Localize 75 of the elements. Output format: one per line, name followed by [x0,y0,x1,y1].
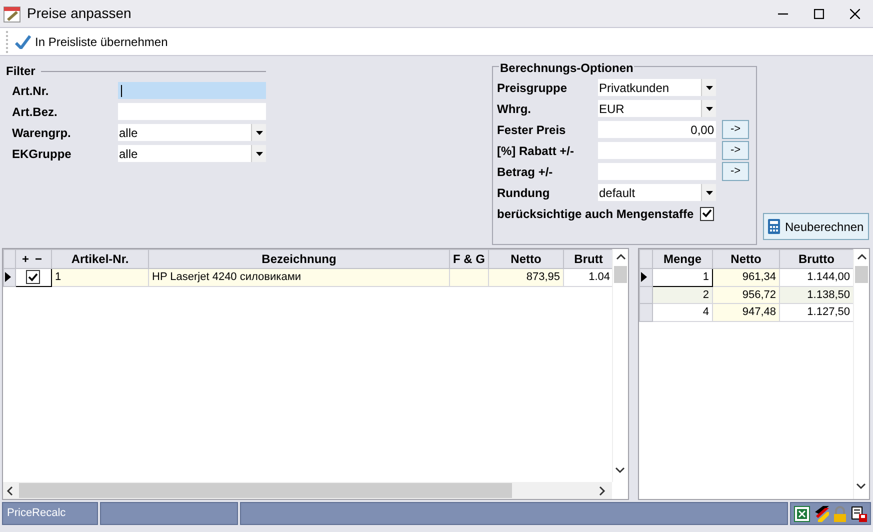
field-label: Rundung [497,184,551,202]
caret-icon [706,190,712,194]
field-label: [%] Rabatt +/- [497,142,576,160]
caret-icon [256,152,262,156]
scroll-right-button[interactable] [598,486,608,496]
status-panel: PriceRecalc [2,502,98,525]
apply-button[interactable]: -> [722,120,749,139]
scroll-down-button[interactable] [856,482,866,492]
caret-icon [706,86,712,90]
dropdown[interactable]: alle [118,124,266,141]
scrollbar-thumb[interactable] [614,266,627,283]
close-icon [850,8,860,18]
calculator-icon [768,219,780,234]
group-label: Filter [6,63,36,80]
scrollbar-thumb[interactable] [855,266,868,283]
column-header[interactable]: Netto [488,250,564,268]
column-header[interactable]: F & G [450,250,488,268]
table-cell: HP Laserjet 4240 силовиками [148,268,450,286]
column-header[interactable]: Brutto [780,250,854,268]
flag-icon[interactable] [813,506,829,522]
table-cell: 4 [652,304,712,321]
apply-to-pricelist-button[interactable]: In Preisliste übernehmen [11,30,172,54]
apply-button[interactable]: -> [722,141,749,160]
input-field[interactable] [598,163,716,180]
table-cell: 1 [52,268,148,286]
table-cell: 1.04 [564,268,614,286]
field-label: Preisgruppe [497,80,568,96]
table-cell: 873,95 [488,268,564,286]
scroll-down-button[interactable] [615,466,625,476]
column-header[interactable]: Menge [652,250,712,268]
dropdown[interactable]: Privatkunden [598,79,716,96]
table-cell: 961,34 [712,268,780,286]
caret-icon [256,130,262,134]
input-field[interactable]: 0,00 [598,121,716,138]
save-icon[interactable] [851,506,867,522]
field-label: berücksichtige auch Mengenstaffe [497,206,694,222]
app-icon [3,4,21,23]
scrollbar-thumb[interactable] [19,483,512,498]
apply-button[interactable]: -> [722,162,749,181]
field-label: EKGruppe [12,146,72,162]
scroll-up-button[interactable] [616,252,626,262]
spreadsheet-icon[interactable] [794,506,810,522]
input-field[interactable] [118,82,266,99]
table-cell: 2 [652,286,712,304]
column-header[interactable]: Brutt [564,250,614,268]
dropdown[interactable]: alle [118,145,266,162]
checkbox[interactable] [26,270,40,284]
remove-button[interactable]: − [35,252,42,266]
maximize-icon [814,8,824,18]
caret-icon [706,106,712,110]
window-title: Preise anpassen [27,4,132,23]
dropdown[interactable]: EUR [598,100,716,117]
checkbox[interactable] [700,206,714,220]
field-label: Whrg. [497,100,532,118]
table-cell: 1 [652,268,712,286]
table-cell: 1.138,50 [780,286,854,304]
check-icon [15,34,31,48]
input-field[interactable] [118,103,266,120]
dropdown[interactable]: default [598,184,716,201]
recalculate-button[interactable]: Neuberechnen [763,213,869,240]
scroll-up-button[interactable] [856,252,866,262]
add-button[interactable]: + [22,252,30,266]
input-field[interactable] [598,142,716,159]
column-header[interactable]: Bezeichnung [148,250,450,268]
current-row-icon [4,272,12,282]
field-label: Art.Bez. [12,104,58,120]
table-cell: 956,72 [712,286,780,304]
column-header[interactable]: Netto [712,250,780,268]
table-cell: 947,48 [712,304,780,321]
field-label: Warengrp. [12,124,72,142]
field-label: Betrag +/- [497,164,554,180]
field-label: Art.Nr. [12,82,50,100]
field-label: Fester Preis [497,122,567,138]
column-header[interactable]: Artikel-Nr. [52,250,148,268]
current-row-icon [640,272,648,282]
